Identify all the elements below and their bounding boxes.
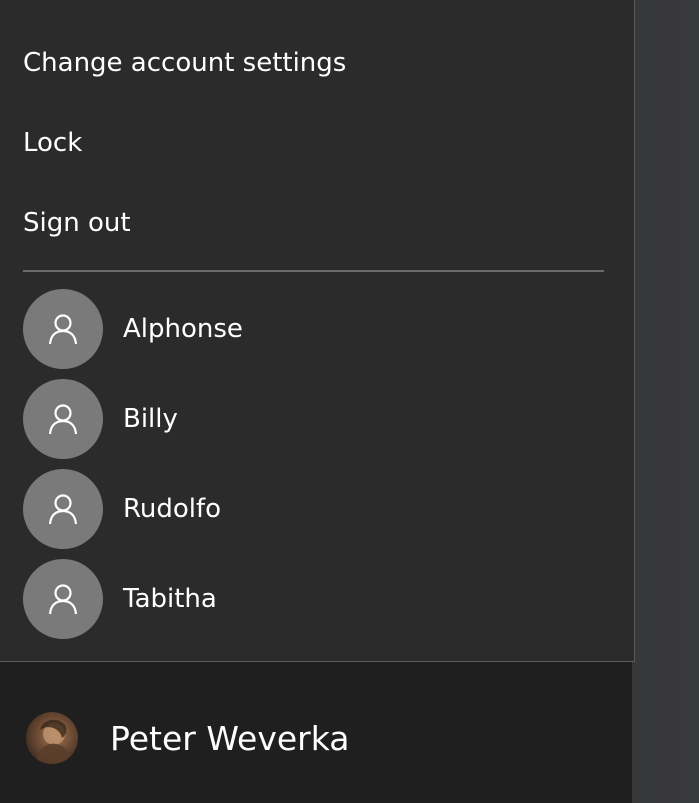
switch-user-tabitha[interactable]: Tabitha [23,559,613,639]
current-user-button[interactable]: Peter Weverka [0,690,600,786]
account-flyout-menu: Change account settings Lock Sign out Al… [0,0,635,662]
menu-divider [23,270,604,272]
current-user-name: Peter Weverka [110,718,350,758]
desktop-screen: Peter Weverka Change account settings Lo… [0,0,699,803]
change-account-settings-item[interactable]: Change account settings [23,43,346,83]
user-name: Rudolfo [123,494,222,524]
person-icon [48,314,78,345]
current-user-avatar [26,712,78,764]
person-icon [48,494,78,525]
user-name: Alphonse [123,314,243,344]
person-icon [48,404,78,435]
user-name: Tabitha [123,584,217,614]
user-avatar [23,379,103,459]
user-name: Billy [123,404,178,434]
switch-user-rudolfo[interactable]: Rudolfo [23,469,613,549]
switch-user-alphonse[interactable]: Alphonse [23,289,613,369]
avatar-photo-icon [36,719,74,764]
person-icon [48,584,78,615]
sign-out-item[interactable]: Sign out [23,203,131,243]
switch-user-billy[interactable]: Billy [23,379,613,459]
user-avatar [23,289,103,369]
user-avatar [23,559,103,639]
user-avatar [23,469,103,549]
lock-item[interactable]: Lock [23,123,82,163]
